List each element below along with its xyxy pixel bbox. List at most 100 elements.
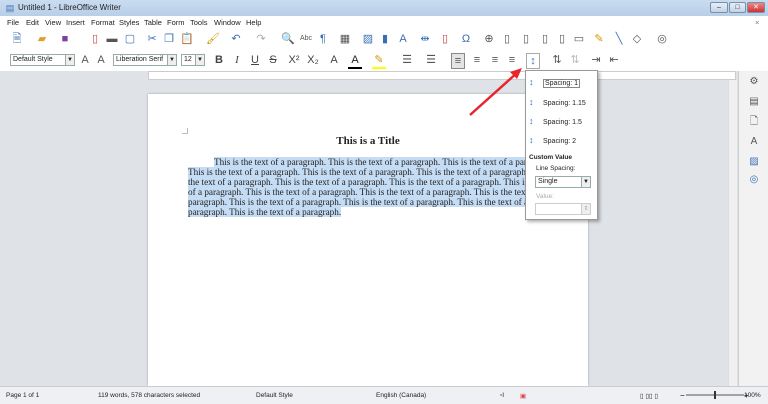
line-spacing-select[interactable]: Single ▼ xyxy=(535,176,591,188)
unordered-list-icon[interactable]: ☰ xyxy=(400,53,414,67)
font-name-select[interactable]: Liberation Serif ▼ xyxy=(113,54,177,66)
insert-chart-icon[interactable]: ▮ xyxy=(378,32,392,46)
copy-icon[interactable]: ❐ xyxy=(162,32,176,46)
spacing-2-option[interactable]: ↕ Spacing: 2 xyxy=(529,135,576,145)
properties-icon[interactable]: ▤ xyxy=(747,95,761,109)
special-character-icon[interactable]: Ω xyxy=(459,32,473,46)
font-size-select[interactable]: 12 ▼ xyxy=(181,54,205,66)
bookmark-icon[interactable]: ▯ xyxy=(538,32,552,46)
spin-icon[interactable]: ⇕ xyxy=(581,204,590,214)
underline-icon[interactable]: U xyxy=(248,53,262,67)
document-title[interactable]: This is a Title xyxy=(148,135,588,147)
italic-icon[interactable]: I xyxy=(230,53,244,67)
navigator-icon[interactable]: ◎ xyxy=(747,173,761,187)
minimize-button[interactable]: – xyxy=(710,2,728,13)
vertical-scrollbar[interactable] xyxy=(728,80,737,386)
menu-help[interactable]: Help xyxy=(246,18,261,27)
paragraph-line[interactable]: the text of a paragraph. This is the tex… xyxy=(188,177,558,187)
value-input[interactable]: ⇕ xyxy=(535,203,591,215)
insert-table-icon[interactable]: ▦ xyxy=(338,32,352,46)
insert-textbox-icon[interactable]: A xyxy=(396,32,410,46)
print-icon[interactable]: ▬ xyxy=(105,32,119,46)
zoom-slider[interactable]: − + xyxy=(680,390,750,400)
highlight-icon[interactable]: ✎ xyxy=(372,53,386,69)
increase-paragraph-spacing-icon[interactable]: ⇅ xyxy=(550,53,564,67)
hyperlink-icon[interactable]: ⊕ xyxy=(482,32,496,46)
open-folder-icon[interactable]: ▰ xyxy=(35,32,49,46)
page-icon[interactable]: 🗋 xyxy=(747,115,761,129)
paragraph-line[interactable]: This is the text of a paragraph. This is… xyxy=(188,167,556,177)
undo-icon[interactable]: ↶ xyxy=(229,32,243,46)
save-icon[interactable]: ■ xyxy=(58,32,72,46)
find-replace-icon[interactable]: 🔍 xyxy=(281,32,295,46)
gallery-icon[interactable]: ▨ xyxy=(747,155,761,169)
maximize-button[interactable]: □ xyxy=(729,2,746,13)
paragraph-style-select[interactable]: Default Style ▼ xyxy=(10,54,75,66)
menu-view[interactable]: View xyxy=(45,18,61,27)
horizontal-ruler[interactable] xyxy=(148,71,736,80)
zoom-level[interactable]: 100% xyxy=(744,392,761,399)
comment-icon[interactable]: ▭ xyxy=(572,32,586,46)
menu-form[interactable]: Form xyxy=(167,18,185,27)
menu-edit[interactable]: Edit xyxy=(26,18,39,27)
cross-reference-icon[interactable]: ▯ xyxy=(555,32,569,46)
draw-functions-icon[interactable]: ◎ xyxy=(655,32,669,46)
superscript-icon[interactable]: X² xyxy=(287,53,301,67)
paragraph-line[interactable]: paragraph. This is the text of a paragra… xyxy=(188,207,342,217)
export-pdf-icon[interactable]: ▯ xyxy=(88,32,102,46)
ordered-list-icon[interactable]: ☰ xyxy=(424,53,438,67)
page-style[interactable]: Default Style xyxy=(256,392,293,399)
menu-file[interactable]: File xyxy=(7,18,19,27)
insert-image-icon[interactable]: ▨ xyxy=(361,32,375,46)
insert-field-icon[interactable]: ▯ xyxy=(438,32,452,46)
language[interactable]: English (Canada) xyxy=(376,392,426,399)
paragraph-line[interactable]: This is the text of a paragraph. This is… xyxy=(214,157,555,167)
close-button[interactable]: ✕ xyxy=(747,2,765,13)
clone-formatting-icon[interactable]: 🖌 xyxy=(206,32,220,46)
menu-table[interactable]: Table xyxy=(144,18,162,27)
decrease-indent-icon[interactable]: ⇤ xyxy=(607,53,621,67)
print-preview-icon[interactable]: ▢ xyxy=(123,32,137,46)
document-page[interactable]: This is a Title This is the text of a pa… xyxy=(148,94,588,386)
spacing-1-option[interactable]: ↕ Spacing: 1 xyxy=(529,77,581,88)
menu-format[interactable]: Format xyxy=(91,18,115,27)
new-document-icon[interactable]: 🗎 xyxy=(10,32,24,46)
menu-window[interactable]: Window xyxy=(214,18,241,27)
strikethrough-icon[interactable]: S xyxy=(266,53,280,67)
track-changes-icon[interactable]: ✎ xyxy=(592,32,606,46)
word-count[interactable]: 119 words, 578 characters selected xyxy=(98,392,200,399)
paste-icon[interactable]: 📋 xyxy=(180,32,194,46)
decrease-paragraph-spacing-icon[interactable]: ⇅ xyxy=(568,53,582,67)
clear-formatting-icon[interactable]: A xyxy=(327,53,341,67)
font-color-icon[interactable]: A xyxy=(348,53,362,69)
insert-mode-icon[interactable]: ▫I xyxy=(500,392,504,399)
footnote-icon[interactable]: ▯ xyxy=(500,32,514,46)
paragraph-line[interactable]: paragraph. This is the text of a paragra… xyxy=(188,197,529,207)
view-layout-icon[interactable]: ▯ ▯▯ ▯ xyxy=(640,392,658,400)
menu-tools[interactable]: Tools xyxy=(190,18,208,27)
menu-styles[interactable]: Styles xyxy=(119,18,139,27)
page-break-icon[interactable]: ⇹ xyxy=(418,32,432,46)
endnote-icon[interactable]: ▯ xyxy=(519,32,533,46)
update-style-icon[interactable]: A xyxy=(78,53,92,67)
bold-icon[interactable]: B xyxy=(212,53,226,67)
sidebar-menu-icon[interactable]: ⚙ xyxy=(747,75,761,89)
page-count[interactable]: Page 1 of 1 xyxy=(6,392,39,399)
new-style-icon[interactable]: A xyxy=(94,53,108,67)
menu-insert[interactable]: Insert xyxy=(66,18,85,27)
cut-icon[interactable]: ✂ xyxy=(145,32,159,46)
line-icon[interactable]: ╲ xyxy=(612,32,626,46)
close-document-icon[interactable]: × xyxy=(755,18,759,27)
spacing-1-15-option[interactable]: ↕ Spacing: 1.15 xyxy=(529,97,586,107)
shapes-icon[interactable]: ◇ xyxy=(630,32,644,46)
spelling-icon[interactable]: Abc xyxy=(299,32,313,46)
spacing-1-5-option[interactable]: ↕ Spacing: 1.5 xyxy=(529,116,582,126)
paragraph-line[interactable]: of a paragraph. This is the text of a pa… xyxy=(188,187,545,197)
styles-icon[interactable]: A xyxy=(747,135,761,149)
formatting-marks-icon[interactable]: ¶ xyxy=(316,32,330,46)
document-modified-icon[interactable]: ▣ xyxy=(520,392,526,400)
redo-icon[interactable]: ↷ xyxy=(254,32,268,46)
custom-value-header: Custom Value xyxy=(529,154,572,161)
increase-indent-icon[interactable]: ⇥ xyxy=(589,53,603,67)
subscript-icon[interactable]: X₂ xyxy=(306,53,320,67)
